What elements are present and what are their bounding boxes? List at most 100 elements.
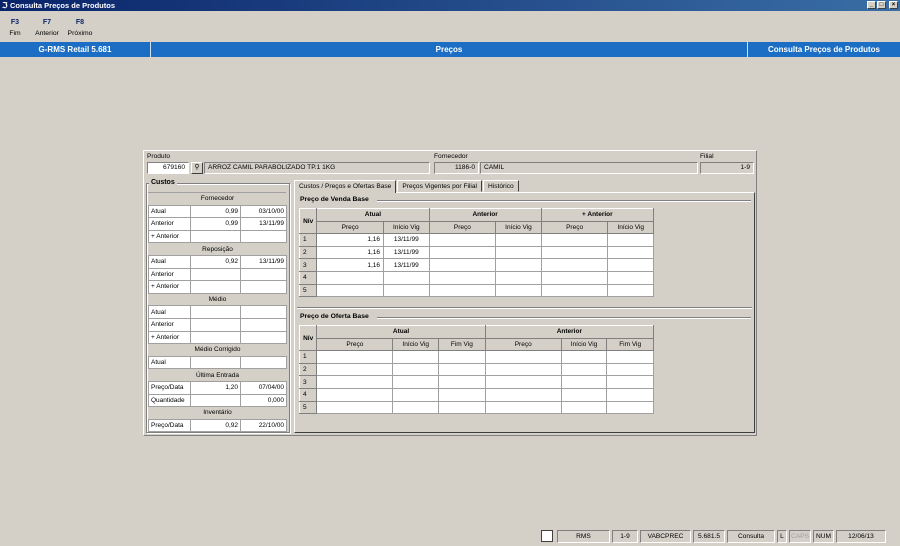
grid-cell[interactable] [484, 362, 562, 377]
f8-proximo-button[interactable]: F8 Próximo [64, 13, 96, 41]
grid-cell[interactable] [428, 270, 497, 285]
grid-cell[interactable] [484, 375, 562, 389]
column-header[interactable]: Início Vig [383, 220, 430, 235]
column-header[interactable]: Preço [428, 220, 497, 235]
grid-cell[interactable]: 1,16 [316, 245, 385, 260]
grid-cell[interactable] [607, 283, 654, 298]
grid-cell[interactable] [383, 270, 430, 285]
table-row[interactable]: 3 [298, 375, 654, 389]
grid-cell[interactable] [316, 400, 394, 415]
close-button[interactable]: × [889, 1, 898, 9]
tab-custos-precos-ofertas[interactable]: Custos / Preços e Ofertas Base [294, 180, 397, 193]
minimize-button[interactable]: _ [867, 1, 876, 9]
grid-cell[interactable] [606, 387, 654, 402]
grid-cell[interactable] [484, 387, 562, 402]
grid-cell[interactable] [428, 283, 497, 298]
produto-code-field[interactable]: 679160 [147, 162, 189, 174]
grid-cell[interactable] [484, 350, 562, 364]
tab-historico[interactable]: Histórico [483, 180, 519, 192]
grid-cell[interactable]: 13/11/99 [383, 233, 430, 247]
f7-anterior-button[interactable]: F7 Anterior [31, 13, 63, 41]
grid-cell[interactable] [540, 258, 609, 272]
column-header[interactable]: Início Vig [495, 220, 542, 235]
grid-cell[interactable] [607, 245, 654, 260]
grid-cell[interactable] [540, 283, 609, 298]
grid-cell[interactable]: 13/11/99 [383, 258, 430, 272]
grid-cell[interactable] [540, 233, 609, 247]
grid-cell[interactable] [606, 400, 654, 415]
table-row[interactable]: 5 [298, 400, 654, 415]
grid-cell[interactable] [316, 270, 385, 285]
column-header[interactable]: Fim Vig [606, 337, 654, 352]
column-header[interactable]: Início Vig [560, 337, 608, 352]
grid-cell[interactable] [438, 375, 486, 389]
grid-cell[interactable] [392, 400, 440, 415]
grid-cell[interactable] [438, 350, 486, 364]
grid-cell[interactable] [392, 375, 440, 389]
grid-cell[interactable] [540, 270, 609, 285]
grid-cell[interactable] [495, 258, 542, 272]
table-row[interactable]: 4 [298, 387, 654, 402]
grid-cell[interactable] [438, 387, 486, 402]
grid-cell[interactable] [540, 245, 609, 260]
grid-cell[interactable] [316, 362, 394, 377]
grid-cell[interactable] [495, 245, 542, 260]
grid-cell[interactable] [607, 233, 654, 247]
custos-value: 0,92 [190, 418, 241, 433]
grid-cell[interactable] [438, 362, 486, 377]
column-header[interactable]: Preço [316, 337, 394, 352]
grid-cell[interactable] [392, 387, 440, 402]
grid-cell[interactable] [383, 283, 430, 298]
separator [297, 307, 752, 309]
grid-cell[interactable] [606, 375, 654, 389]
grid-cell[interactable] [606, 362, 654, 377]
grid-cell[interactable] [428, 233, 497, 247]
column-header[interactable]: Preço [316, 220, 385, 235]
table-row[interactable]: 3 1,16 13/11/99 [298, 258, 654, 272]
grid-cell[interactable] [495, 283, 542, 298]
table-row[interactable]: 2 1,16 13/11/99 [298, 245, 654, 260]
column-header[interactable]: Preço [484, 337, 562, 352]
grid-cell[interactable] [428, 258, 497, 272]
grid-cell[interactable] [495, 270, 542, 285]
table-row[interactable]: 5 [298, 283, 654, 298]
maximize-button[interactable]: □ [877, 1, 886, 9]
grid-cell[interactable] [607, 258, 654, 272]
f3-fim-button[interactable]: F3 Fim [0, 13, 30, 41]
grid-cell[interactable] [316, 283, 385, 298]
grid-cell[interactable] [560, 387, 608, 402]
grid-cell[interactable]: 13/11/99 [383, 245, 430, 260]
grid-cell[interactable] [484, 400, 562, 415]
grid-cell[interactable] [392, 362, 440, 377]
grid-cell[interactable] [428, 245, 497, 260]
grid-cell[interactable] [560, 375, 608, 389]
tab-precos-vigentes[interactable]: Preços Vigentes por Filial [397, 180, 483, 192]
grid-cell[interactable] [607, 270, 654, 285]
filial-label: Filial [700, 153, 714, 160]
binoculars-icon[interactable]: ⚲ [191, 162, 203, 174]
column-header[interactable]: Fim Vig [438, 337, 486, 352]
grid-cell[interactable] [560, 362, 608, 377]
custos-value [190, 305, 241, 319]
column-header[interactable]: Início Vig [392, 337, 440, 352]
table-row[interactable]: 4 [298, 270, 654, 285]
grid-cell[interactable] [495, 233, 542, 247]
grid-cell[interactable] [316, 387, 394, 402]
grid-cell[interactable] [560, 400, 608, 415]
app-version-label: G-RMS Retail 5.681 [0, 42, 151, 57]
table-row[interactable]: 2 [298, 362, 654, 377]
column-header[interactable]: Preço [540, 220, 609, 235]
grid-cell[interactable]: 1,16 [316, 258, 385, 272]
grid-cell[interactable] [606, 350, 654, 364]
table-row[interactable]: 1 1,16 13/11/99 [298, 233, 654, 247]
grid-cell[interactable] [560, 350, 608, 364]
column-header[interactable]: Início Vig [607, 220, 654, 235]
grid-cell[interactable] [392, 350, 440, 364]
grid-cell[interactable] [438, 400, 486, 415]
clipboard-icon[interactable] [541, 530, 553, 542]
grid-cell[interactable] [316, 375, 394, 389]
table-row[interactable]: 1 [298, 350, 654, 364]
grid-cell[interactable]: 1,16 [316, 233, 385, 247]
status-l: L [777, 530, 787, 543]
grid-cell[interactable] [316, 350, 394, 364]
